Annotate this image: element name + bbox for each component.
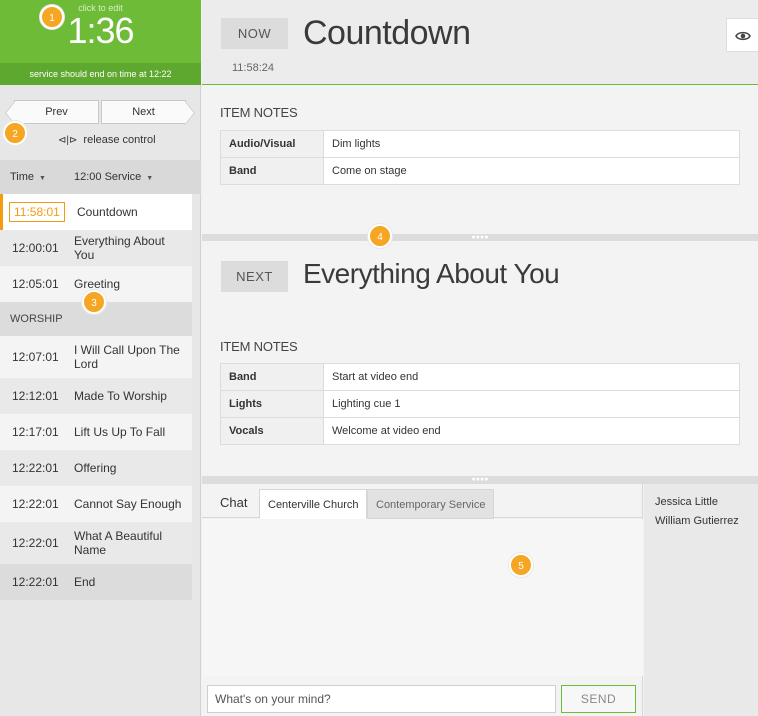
next-label: Next (132, 106, 155, 118)
item-name: What A Beautiful Name (74, 529, 163, 557)
item-time: 12:22:01 (12, 536, 59, 550)
note-key: Band (220, 157, 324, 185)
now-tag: NOW (221, 18, 288, 49)
table-row: Band Start at video end (220, 363, 740, 391)
service-status-bar: service should end on time at 12:22 (0, 63, 201, 85)
badge-1: 1 (40, 5, 64, 29)
service-item-list: 11:58:01 Countdown 12:00:01 Everything A… (0, 194, 192, 600)
list-item[interactable]: 12:22:01 What A Beautiful Name (0, 522, 192, 564)
list-item[interactable]: 12:22:01 Offering (0, 450, 192, 486)
item-name: Everything About You (74, 234, 165, 262)
badge-4: 4 (368, 224, 392, 248)
caret-down-icon: ▼ (146, 175, 154, 182)
item-time: 12:22:01 (12, 461, 59, 475)
next-notes-title: ITEM NOTES (220, 339, 298, 354)
drag-handle-icon: ●●●● (471, 476, 489, 483)
item-name: Lift Us Up To Fall (74, 425, 166, 439)
arrow-right-icon (185, 101, 195, 125)
section-header-label: WORSHIP (10, 313, 63, 325)
next-tag: NEXT (221, 261, 288, 292)
note-key: Lights (220, 390, 324, 418)
note-key: Vocals (220, 417, 324, 445)
now-notes-title: ITEM NOTES (220, 105, 298, 120)
note-key: Band (220, 363, 324, 391)
chat-input[interactable] (207, 685, 556, 713)
note-value: Dim lights (323, 130, 740, 158)
clock-time[interactable]: 1:36 (0, 10, 201, 52)
item-name: Greeting (74, 277, 121, 291)
item-time: 12:07:01 (12, 350, 59, 364)
next-notes-table: Band Start at video end Lights Lighting … (220, 363, 740, 445)
send-button[interactable]: SEND (561, 685, 636, 713)
service-select[interactable]: 12:00 Service ▼ (74, 160, 153, 196)
release-control-button[interactable]: ⊲|⊳ release control (58, 134, 156, 146)
item-name: End (74, 575, 96, 589)
chat-panel: Chat Centerville Church Contemporary Ser… (202, 484, 643, 716)
release-control-icon: ⊲|⊳ (58, 135, 78, 146)
next-title: Everything About You (303, 258, 560, 289)
table-row: Audio/Visual Dim lights (220, 130, 740, 158)
note-value: Lighting cue 1 (323, 390, 740, 418)
time-column-label: Time (10, 171, 35, 183)
list-item[interactable]: 12:00:01 Everything About You (0, 230, 192, 266)
sidebar: click to edit 1:36 service should end on… (0, 0, 201, 716)
caret-down-icon: ▼ (39, 175, 46, 182)
list-item[interactable]: 12:22:01 Cannot Say Enough (0, 486, 192, 522)
item-name: Offering (74, 461, 117, 475)
item-time: 12:22:01 (12, 575, 59, 589)
resize-divider[interactable]: ●●●● (202, 476, 758, 484)
list-item[interactable]: 12:07:01 I Will Call Upon The Lord (0, 336, 192, 378)
item-name: Cannot Say Enough (74, 497, 182, 511)
item-name: Made To Worship (74, 389, 167, 403)
table-row: Lights Lighting cue 1 (220, 390, 740, 418)
item-name: Countdown (77, 205, 138, 219)
item-time: 12:22:01 (12, 497, 59, 511)
badge-2: 2 (3, 121, 27, 145)
user-list: Jessica Little William Gutierrez (644, 484, 758, 716)
chat-tabs: Chat Centerville Church Contemporary Ser… (202, 484, 643, 519)
list-item[interactable]: 12:17:01 Lift Us Up To Fall (0, 414, 192, 450)
item-time: 12:17:01 (12, 425, 59, 439)
list-item[interactable]: 11:58:01 Countdown (0, 194, 192, 230)
chat-messages (202, 519, 643, 676)
now-title: Countdown (303, 14, 471, 52)
item-time: 12:00:01 (12, 241, 59, 255)
now-time: 11:58:24 (232, 62, 275, 74)
note-key: Audio/Visual (220, 130, 324, 158)
now-notes-table: Audio/Visual Dim lights Band Come on sta… (220, 130, 740, 185)
resize-divider[interactable]: ●●●● (202, 234, 758, 241)
item-time: 11:58:01 (9, 202, 65, 222)
user-name: Jessica Little (655, 496, 718, 508)
now-header: NOW Countdown 11:58:24 (202, 0, 758, 85)
eye-icon (734, 31, 751, 40)
note-value: Start at video end (323, 363, 740, 391)
next-section: NEXT Everything About You ITEM NOTES Ban… (202, 241, 758, 476)
table-row: Vocals Welcome at video end (220, 417, 740, 445)
release-control-label: release control (83, 134, 156, 146)
tab-contemporary-service[interactable]: Contemporary Service (367, 489, 495, 519)
item-name: I Will Call Upon The Lord (74, 343, 180, 371)
countdown-clock[interactable]: click to edit 1:36 service should end on… (0, 0, 201, 85)
service-select-label: 12:00 Service (74, 171, 142, 183)
item-time: 12:05:01 (12, 277, 59, 291)
list-item[interactable]: 12:12:01 Made To Worship (0, 378, 192, 414)
list-item[interactable]: 12:22:01 End (0, 564, 192, 600)
eye-button[interactable] (726, 18, 758, 52)
tab-chat: Chat (220, 495, 248, 510)
time-column-sort[interactable]: Time ▼ (10, 160, 46, 196)
item-time: 12:12:01 (12, 389, 59, 403)
main-panel: NOW Countdown 11:58:24 ITEM NOTES Audio/… (202, 0, 758, 716)
table-row: Band Come on stage (220, 157, 740, 185)
tab-centerville-church[interactable]: Centerville Church (259, 489, 368, 519)
list-column-header: Time ▼ 12:00 Service ▼ (0, 160, 201, 194)
prev-button[interactable]: Prev (5, 100, 99, 125)
user-name: William Gutierrez (655, 515, 739, 527)
next-button[interactable]: Next (101, 100, 195, 125)
badge-3: 3 (82, 290, 106, 314)
note-value: Come on stage (323, 157, 740, 185)
badge-5: 5 (509, 553, 533, 577)
note-value: Welcome at video end (323, 417, 740, 445)
prev-label: Prev (45, 106, 68, 118)
nav-buttons: Prev Next (5, 100, 195, 125)
